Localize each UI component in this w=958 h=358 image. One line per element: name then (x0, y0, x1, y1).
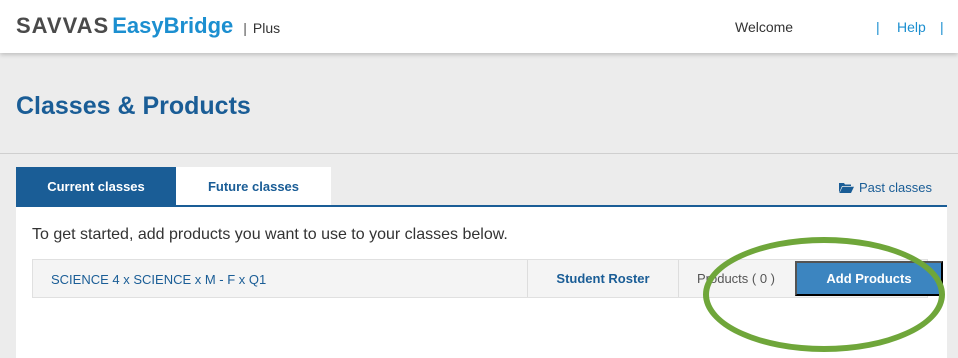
tab-future-classes[interactable]: Future classes (176, 167, 331, 206)
brand-name: SAVVAS (16, 13, 110, 38)
products-count: Products ( 0 ) (696, 271, 776, 286)
brand-separator: | (243, 20, 247, 36)
intro-text: To get started, add products you want to… (32, 226, 508, 243)
nav-separator-end: | (940, 19, 944, 35)
welcome-text: Welcome (735, 19, 794, 35)
nav-separator: | (876, 19, 880, 35)
folder-icon (839, 183, 855, 193)
section-divider (0, 153, 958, 154)
class-name-link[interactable]: SCIENCE 4 x SCIENCE x M - F x Q1 (51, 272, 266, 287)
brand-plus: Plus (252, 20, 281, 36)
student-roster-link[interactable]: Student Roster (528, 260, 678, 297)
top-bar: SAVVAS EasyBridge | Plus Welcome | Help … (0, 0, 958, 53)
classes-panel: To get started, add products you want to… (16, 207, 947, 358)
brand-logo[interactable]: SAVVAS EasyBridge | Plus (16, 13, 280, 43)
class-row: SCIENCE 4 x SCIENCE x M - F x Q1 Student… (32, 259, 943, 298)
brand-product: EasyBridge (112, 13, 234, 38)
page-title: Classes & Products (16, 92, 251, 120)
help-link[interactable]: Help (897, 19, 926, 35)
add-products-button[interactable]: Add Products (795, 261, 943, 296)
past-classes-label: Past classes (859, 180, 932, 195)
past-classes-link[interactable]: Past classes (839, 180, 932, 195)
tab-current-classes[interactable]: Current classes (16, 167, 176, 206)
